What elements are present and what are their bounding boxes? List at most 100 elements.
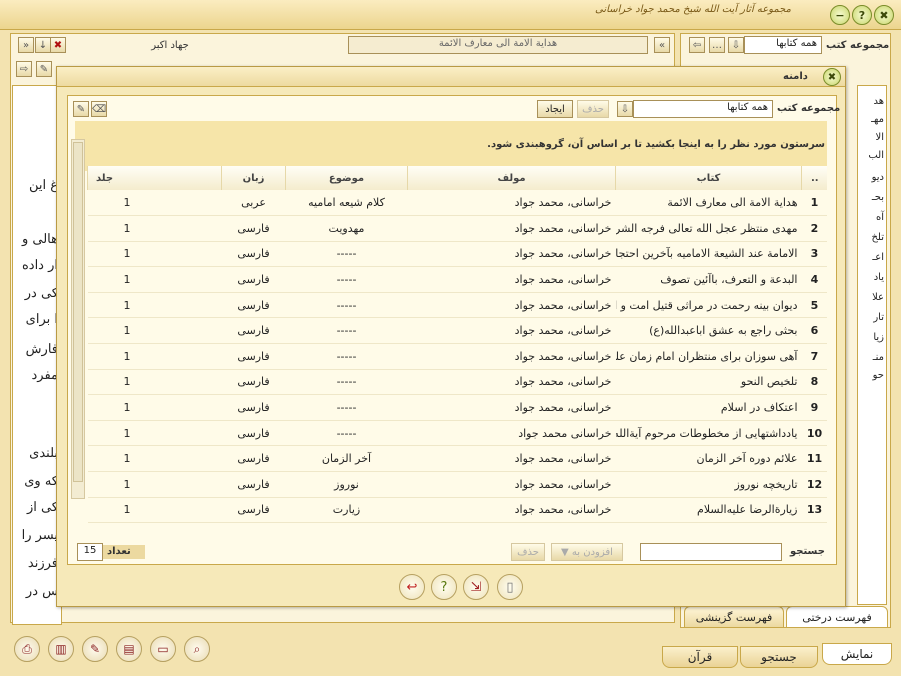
books-icon[interactable]: ▥ bbox=[48, 636, 74, 662]
tree-item[interactable]: هد bbox=[873, 96, 884, 107]
tab-tree-index[interactable]: فهرست درختی bbox=[786, 606, 888, 628]
table-row[interactable]: 9 اعتكاف در اسلام خراسانی، محمد جواد ----- ف… bbox=[87, 394, 827, 421]
volume-cell: 1 bbox=[87, 292, 222, 319]
collection-select[interactable]: همه كتابها bbox=[744, 36, 822, 54]
language-cell: عربی bbox=[221, 190, 286, 217]
dialog-close-icon[interactable]: ✖ bbox=[823, 68, 841, 86]
double-chevron-right-icon[interactable]: » bbox=[18, 37, 34, 53]
delete-collection-button[interactable]: حذف bbox=[577, 100, 609, 118]
book-title-cell: علائم دوره آخر الزمان bbox=[615, 445, 802, 473]
tree-item[interactable]: آه bbox=[876, 212, 884, 223]
help-icon[interactable]: ? bbox=[431, 574, 457, 600]
tree-item[interactable]: تار bbox=[873, 312, 884, 323]
dialog-tools-icon[interactable]: ✎ bbox=[73, 101, 89, 117]
table-row[interactable]: 11 علائم دوره آخر الزمان خراسانی، محمد جوا… bbox=[87, 445, 827, 473]
col-header-volume[interactable]: جلد bbox=[87, 166, 222, 190]
tree-item[interactable]: علا bbox=[872, 292, 884, 303]
scrollbar-thumb[interactable] bbox=[73, 142, 83, 482]
close-icon[interactable]: ✖ bbox=[874, 5, 894, 25]
back-arrow-icon[interactable]: ↩ bbox=[399, 574, 425, 600]
table-row[interactable]: 2 مهدی منتظر عجل الله تعالى فرجه الشريف خر… bbox=[87, 215, 827, 242]
table-row[interactable]: 8 تلخيص النحو خراسانی، محمد جواد ----- فارسی… bbox=[87, 369, 827, 396]
col-header-language[interactable]: زبان bbox=[221, 166, 286, 190]
col-header-row-number[interactable]: .. bbox=[801, 166, 827, 190]
author-cell: خراسانی، محمد جواد bbox=[407, 266, 616, 293]
print-icon[interactable]: ⎙ bbox=[14, 636, 40, 662]
export-icon[interactable]: ⇲ bbox=[463, 574, 489, 600]
count-value: 15 bbox=[77, 543, 103, 561]
tree-item[interactable]: تلخ bbox=[871, 232, 884, 243]
row-number-cell: 10 bbox=[801, 420, 827, 447]
subject-cell: ----- bbox=[285, 241, 408, 268]
eraser-icon[interactable]: ⌫ bbox=[91, 101, 107, 117]
col-header-book[interactable]: كتاب bbox=[615, 166, 802, 190]
tree-item[interactable]: الب bbox=[868, 150, 884, 161]
dialog-search-input[interactable] bbox=[640, 543, 782, 561]
table-row[interactable]: 13 زيارةالرضا عليه‌السلام خراسانی، محمد جو… bbox=[87, 497, 827, 524]
tab-selective-index[interactable]: فهرست گزینشی bbox=[684, 606, 784, 628]
table-row[interactable]: 7آهی سوزان برای منتظران امام زمان عليه ا… bbox=[87, 343, 827, 370]
tree-item[interactable]: یاد bbox=[874, 272, 884, 283]
vertical-scrollbar[interactable] bbox=[71, 139, 85, 499]
minimize-icon[interactable]: − bbox=[830, 5, 850, 25]
document-icon[interactable]: ▯ bbox=[497, 574, 523, 600]
table-row[interactable]: 12 تاريخچه نوروز خراسانی، محمد جواد نوروز فا… bbox=[87, 471, 827, 498]
tree-item[interactable]: دیو bbox=[872, 172, 884, 183]
text-line: کی در bbox=[24, 286, 58, 301]
tree-item[interactable]: منـ bbox=[873, 352, 884, 363]
books-grid: .. كتاب مولف موضوع زبان جلد 1 هداية الامة… bbox=[87, 166, 827, 536]
author-cell: خراسانی، محمد جواد bbox=[407, 292, 616, 319]
remove-button[interactable]: حذف bbox=[511, 543, 545, 561]
add-to-button[interactable]: افزودن به ▼ bbox=[551, 543, 623, 561]
forward-icon[interactable]: ⇨ bbox=[16, 61, 32, 77]
tools-icon[interactable]: ✎ bbox=[36, 61, 52, 77]
table-row[interactable]: 10يادداشتهايی از مخطوطات مرحوم آيةالله ا… bbox=[87, 420, 827, 447]
volume-cell: 1 bbox=[87, 317, 222, 345]
tab-quran[interactable]: قرآن bbox=[662, 646, 738, 668]
dialog-dropdown-icon[interactable]: ⇩ bbox=[617, 101, 633, 117]
tab-search[interactable]: جستجو bbox=[740, 646, 818, 668]
language-cell: فارسی bbox=[221, 369, 286, 396]
language-cell: فارسی bbox=[221, 445, 286, 473]
table-row[interactable]: 4 البدعة و التعرف، باآئين تصوف خراسانی، مح… bbox=[87, 266, 827, 293]
col-header-author[interactable]: مولف bbox=[407, 166, 616, 190]
row-number-cell: 12 bbox=[801, 471, 827, 498]
book-title-cell: يادداشتهايی از مخطوطات مرحوم آيةالله الع… bbox=[615, 420, 802, 447]
dialog-collection-select[interactable]: همه كتابها bbox=[633, 100, 773, 118]
dropdown-arrow-icon[interactable]: ⇩ bbox=[728, 37, 744, 53]
table-row[interactable]: 6 بحثی راجع به عشق اباعبدالله(ع) خراسانی، … bbox=[87, 317, 827, 345]
help-icon[interactable]: ? bbox=[852, 5, 872, 25]
tree-item[interactable]: بحـ bbox=[872, 192, 884, 203]
text-line: ار داده bbox=[21, 258, 58, 273]
volume-cell: 1 bbox=[87, 241, 222, 268]
tree-item[interactable]: حو bbox=[873, 370, 884, 381]
page-select-icon[interactable]: ▤ bbox=[116, 636, 142, 662]
more-icon[interactable]: … bbox=[709, 37, 725, 53]
volume-cell: 1 bbox=[87, 343, 222, 370]
tree-item[interactable]: الا bbox=[876, 132, 884, 143]
table-row[interactable]: 1 هداية الامة الى معارف الائمة خراسانی، مح… bbox=[87, 190, 827, 217]
search-label: جستجو bbox=[790, 546, 825, 557]
row-number-cell: 13 bbox=[801, 497, 827, 524]
zoom-icon[interactable]: ⌕ bbox=[184, 636, 210, 662]
scope-dialog: ✖ دامنه مجموعه كتب همه كتابها ⇩ حذف ايجا… bbox=[56, 66, 846, 607]
tab-show[interactable]: نمایش bbox=[822, 643, 892, 665]
table-row[interactable]: 3 الامامة عند الشيعة الاماميه بآخرين احتج… bbox=[87, 241, 827, 268]
group-by-hint: سرستون مورد نظر را به اينجا بكشيد تا بر … bbox=[487, 139, 825, 150]
table-row[interactable]: 5ديوان بينه رحمت در مراثی قتيل امت و اهل… bbox=[87, 292, 827, 319]
row-number-cell: 7 bbox=[801, 343, 827, 370]
double-chevron-left-icon[interactable]: « bbox=[654, 37, 670, 53]
tree-item[interactable]: زیا bbox=[873, 332, 884, 343]
subject-cell: كلام شيعه اماميه bbox=[285, 190, 408, 217]
download-icon[interactable]: ↓ bbox=[35, 37, 51, 53]
col-header-subject[interactable]: موضوع bbox=[285, 166, 408, 190]
create-collection-button[interactable]: ايجاد bbox=[537, 100, 573, 118]
layout-icon[interactable]: ▭ bbox=[150, 636, 176, 662]
edit-note-icon[interactable]: ✎ bbox=[82, 636, 108, 662]
text-line: غ اين bbox=[28, 178, 58, 193]
tree-item[interactable]: مهـ bbox=[871, 114, 884, 125]
close-tab-icon[interactable]: ✖ bbox=[50, 37, 66, 53]
row-number-cell: 5 bbox=[801, 292, 827, 319]
back-icon[interactable]: ⇦ bbox=[689, 37, 705, 53]
tree-item[interactable]: اعـ bbox=[872, 252, 884, 263]
